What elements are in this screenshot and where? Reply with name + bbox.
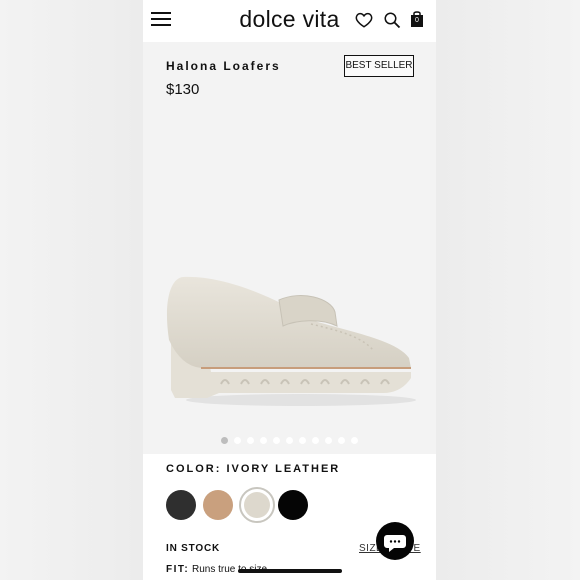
heart-icon[interactable]: [355, 11, 373, 29]
top-header: dolce vita 0: [143, 0, 436, 42]
carousel-dot[interactable]: [325, 437, 332, 444]
color-swatch-tan[interactable]: [203, 490, 233, 520]
color-swatch-ivory-selected[interactable]: [239, 487, 275, 523]
product-title: Halona Loafers: [166, 59, 281, 73]
background-right: [436, 0, 580, 580]
home-indicator: [238, 569, 342, 573]
stock-status: IN STOCK: [166, 543, 220, 554]
color-swatch-black[interactable]: [166, 490, 196, 520]
cart-count: 0: [415, 17, 419, 24]
search-icon[interactable]: [383, 11, 401, 29]
carousel-dot[interactable]: [247, 437, 254, 444]
carousel-dot[interactable]: [338, 437, 345, 444]
carousel-dot[interactable]: [299, 437, 306, 444]
carousel-dot[interactable]: [273, 437, 280, 444]
fit-label: FIT:: [166, 564, 190, 575]
carousel-dot[interactable]: [286, 437, 293, 444]
chat-bubble-icon: [384, 535, 406, 552]
mobile-screen: dolce vita 0 Halona Loafers BEST SELLER …: [143, 0, 436, 580]
carousel-dot[interactable]: [312, 437, 319, 444]
shopping-bag-icon[interactable]: 0: [410, 10, 428, 28]
carousel-dot[interactable]: [234, 437, 241, 444]
carousel-dot[interactable]: [221, 437, 228, 444]
background-left: [0, 0, 143, 580]
best-seller-badge: BEST SELLER: [344, 55, 414, 77]
color-swatch-onyx[interactable]: [278, 490, 308, 520]
carousel-dot[interactable]: [351, 437, 358, 444]
product-price: $130: [166, 81, 200, 98]
chat-button[interactable]: [376, 522, 414, 560]
product-image-loafer[interactable]: [161, 260, 419, 410]
image-carousel-dots: [143, 437, 436, 444]
carousel-dot[interactable]: [260, 437, 267, 444]
color-label: COLOR: IVORY LEATHER: [166, 463, 341, 475]
